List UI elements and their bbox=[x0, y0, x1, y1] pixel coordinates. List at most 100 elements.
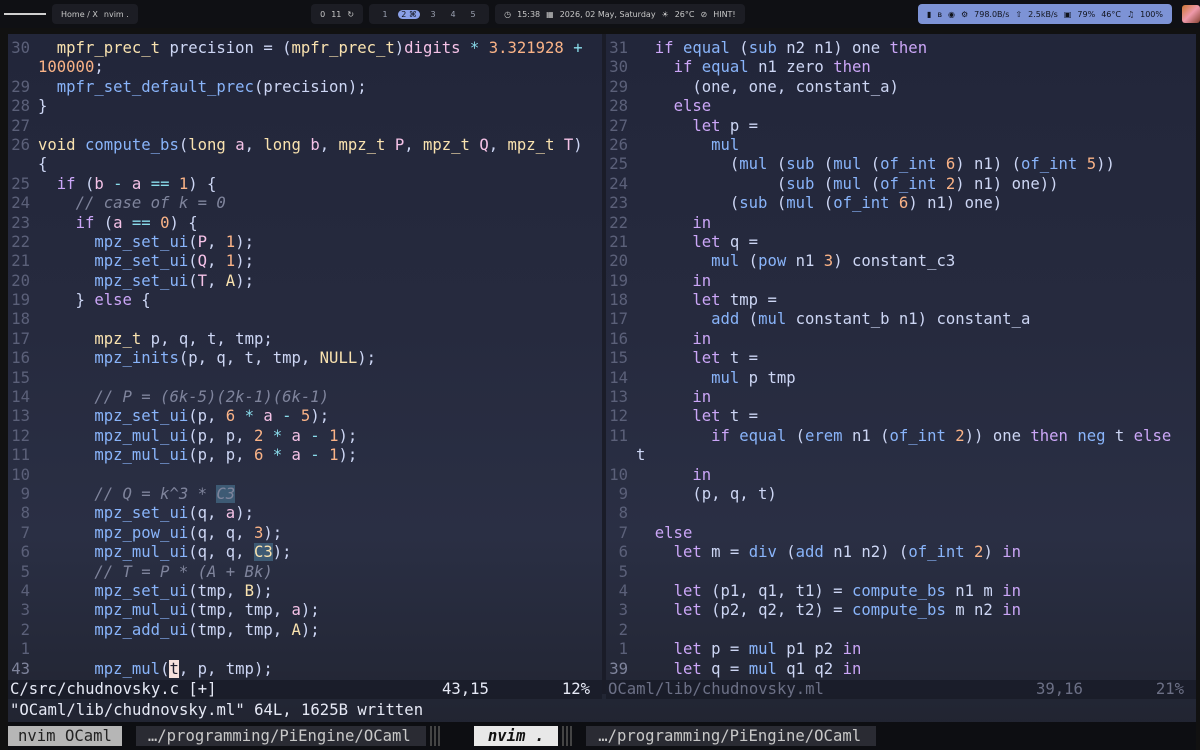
code-text[interactable] bbox=[636, 504, 1196, 523]
tmux-window-path-left[interactable]: …/programming/PiEngine/OCaml bbox=[135, 726, 426, 746]
code-text[interactable]: if equal (erem n1 (of_int 2)) one then n… bbox=[636, 427, 1196, 446]
bluetooth-icon[interactable]: ʙ bbox=[937, 10, 942, 19]
code-line[interactable]: 15 let t = bbox=[606, 349, 1196, 368]
code-line[interactable]: 21 let q = bbox=[606, 233, 1196, 252]
code-text[interactable]: in bbox=[636, 272, 1196, 291]
workspace-5[interactable]: 5 bbox=[466, 10, 480, 19]
code-text[interactable]: let t = bbox=[636, 349, 1196, 368]
code-line[interactable]: 20 mpz_set_ui(T, A); bbox=[8, 272, 602, 291]
code-line[interactable]: 17 add (mul constant_b n1) constant_a bbox=[606, 310, 1196, 329]
editor-pane-left[interactable]: 30 mpfr_prec_t precision = (mpfr_prec_t)… bbox=[8, 39, 602, 679]
code-line[interactable]: 100000; bbox=[8, 58, 602, 77]
code-text[interactable]: (sub (mul (of_int 6) n1) one) bbox=[636, 194, 1196, 213]
code-line[interactable]: 10 in bbox=[606, 466, 1196, 485]
code-line[interactable]: 16 mpz_inits(p, q, t, tmp, NULL); bbox=[8, 349, 602, 368]
code-line[interactable]: 22 mpz_set_ui(P, 1); bbox=[8, 233, 602, 252]
code-line[interactable]: 28 else bbox=[606, 97, 1196, 116]
code-text[interactable]: } else { bbox=[38, 291, 602, 310]
code-text[interactable]: let p = mul p1 p2 in bbox=[636, 640, 1196, 659]
code-line[interactable]: 23 if (a == 0) { bbox=[8, 214, 602, 233]
home-window-label[interactable]: Home / X bbox=[61, 10, 98, 19]
code-text[interactable]: mpz_set_ui(tmp, B); bbox=[38, 582, 602, 601]
code-line[interactable]: 8 bbox=[606, 504, 1196, 523]
code-line[interactable]: 16 in bbox=[606, 330, 1196, 349]
code-line[interactable]: 25 (mul (sub (mul (of_int 6) n1) (of_int… bbox=[606, 155, 1196, 174]
code-line[interactable]: 24 (sub (mul (of_int 2) n1) one)) bbox=[606, 175, 1196, 194]
code-text[interactable]: mpfr_set_default_prec(precision); bbox=[38, 78, 602, 97]
code-text[interactable]: if equal n1 zero then bbox=[636, 58, 1196, 77]
command-line[interactable]: "OCaml/lib/chudnovsky.ml" 64L, 1625B wri… bbox=[8, 700, 1196, 720]
code-line[interactable]: 4 mpz_set_ui(tmp, B); bbox=[8, 582, 602, 601]
code-text[interactable]: mpz_mul_ui(p, p, 2 * a - 1); bbox=[38, 427, 602, 446]
code-line[interactable]: 8 mpz_set_ui(q, a); bbox=[8, 504, 602, 523]
code-line[interactable]: 19 in bbox=[606, 272, 1196, 291]
code-text[interactable]: mpz_add_ui(tmp, tmp, A); bbox=[38, 621, 602, 640]
code-text[interactable]: mpz_mul_ui(p, p, 6 * a - 1); bbox=[38, 446, 602, 465]
code-line[interactable]: 2 mpz_add_ui(tmp, tmp, A); bbox=[8, 621, 602, 640]
avatar[interactable] bbox=[1182, 5, 1200, 23]
code-text[interactable]: void compute_bs(long a, long b, mpz_t P,… bbox=[38, 136, 602, 155]
code-text[interactable]: mpz_set_ui(P, 1); bbox=[38, 233, 602, 252]
code-line[interactable]: 29 (one, one, constant_a) bbox=[606, 78, 1196, 97]
code-text[interactable]: mpz_t p, q, t, tmp; bbox=[38, 330, 602, 349]
code-line[interactable]: 17 mpz_t p, q, t, tmp; bbox=[8, 330, 602, 349]
code-text[interactable]: 100000; bbox=[38, 58, 602, 77]
editor-pane-right[interactable]: 31 if equal (sub n2 n1) one then 30 if eq… bbox=[606, 39, 1196, 679]
tmux-active-window[interactable]: nvim . bbox=[473, 726, 559, 746]
code-line[interactable]: 9 (p, q, t) bbox=[606, 485, 1196, 504]
code-line[interactable]: 27 let p = bbox=[606, 117, 1196, 136]
discord-icon[interactable]: ◉ bbox=[948, 10, 955, 19]
code-line[interactable]: 14 mul p tmp bbox=[606, 369, 1196, 388]
code-text[interactable]: let (p1, q1, t1) = compute_bs n1 m in bbox=[636, 582, 1196, 601]
code-line[interactable]: 31 if equal (sub n2 n1) one then bbox=[606, 39, 1196, 58]
code-text[interactable]: else bbox=[636, 524, 1196, 543]
code-line[interactable]: 22 in bbox=[606, 214, 1196, 233]
code-text[interactable] bbox=[38, 117, 602, 136]
code-text[interactable]: else bbox=[636, 97, 1196, 116]
code-line[interactable]: 11 if equal (erem n1 (of_int 2)) one the… bbox=[606, 427, 1196, 446]
code-text[interactable]: in bbox=[636, 214, 1196, 233]
code-text[interactable] bbox=[636, 621, 1196, 640]
code-line[interactable]: 13 mpz_set_ui(p, 6 * a - 5); bbox=[8, 407, 602, 426]
code-text[interactable]: let t = bbox=[636, 407, 1196, 426]
code-text[interactable]: if (b - a == 1) { bbox=[38, 175, 602, 194]
code-line-current[interactable]: 39 let q = mul q1 q2 in bbox=[606, 660, 1196, 679]
code-text[interactable]: in bbox=[636, 330, 1196, 349]
nvim-window-label[interactable]: nvim . bbox=[104, 10, 129, 19]
code-text[interactable]: mpz_mul_ui(tmp, tmp, a); bbox=[38, 601, 602, 620]
code-line[interactable]: { bbox=[8, 155, 602, 174]
code-text[interactable]: let (p2, q2, t2) = compute_bs m n2 in bbox=[636, 601, 1196, 620]
code-line[interactable]: 3 let (p2, q2, t2) = compute_bs m n2 in bbox=[606, 601, 1196, 620]
code-line[interactable]: 19 } else { bbox=[8, 291, 602, 310]
code-line[interactable]: 30 if equal n1 zero then bbox=[606, 58, 1196, 77]
code-text[interactable]: // T = P * (A + Bk) bbox=[38, 563, 602, 582]
code-line[interactable]: 12 mpz_mul_ui(p, p, 2 * a - 1); bbox=[8, 427, 602, 446]
code-text[interactable]: if (a == 0) { bbox=[38, 214, 602, 233]
workspace-3[interactable]: 3 bbox=[426, 10, 440, 19]
code-line[interactable]: 9 // Q = k^3 * C3 bbox=[8, 484, 602, 504]
code-line[interactable]: 11 mpz_mul_ui(p, p, 6 * a - 1); bbox=[8, 446, 602, 465]
code-text[interactable]: if equal (sub n2 n1) one then bbox=[636, 39, 1196, 58]
code-line-current[interactable]: 43 mpz_mul(t, p, tmp); bbox=[8, 659, 602, 679]
code-line[interactable]: 15 bbox=[8, 369, 602, 388]
code-text[interactable]: let p = bbox=[636, 117, 1196, 136]
volume-level[interactable]: 100% bbox=[1140, 10, 1163, 19]
code-line[interactable]: 7 mpz_pow_ui(q, q, 3); bbox=[8, 524, 602, 543]
code-text[interactable]: } bbox=[38, 97, 602, 116]
code-line[interactable]: 28} bbox=[8, 97, 602, 116]
code-text[interactable]: mpz_mul_ui(q, q, C3); bbox=[38, 543, 602, 562]
tmux-window-path-right[interactable]: …/programming/PiEngine/OCaml bbox=[586, 726, 877, 746]
code-text[interactable] bbox=[38, 310, 602, 329]
code-text[interactable]: let q = bbox=[636, 233, 1196, 252]
code-line[interactable]: 18 bbox=[8, 310, 602, 329]
code-line[interactable]: 3 mpz_mul_ui(tmp, tmp, a); bbox=[8, 601, 602, 620]
gear-icon[interactable]: ⚙ bbox=[961, 10, 968, 19]
code-line[interactable]: 6 let m = div (add n1 n2) (of_int 2) in bbox=[606, 543, 1196, 562]
code-line[interactable]: t bbox=[606, 446, 1196, 465]
code-text[interactable] bbox=[38, 369, 602, 388]
code-line[interactable]: 26 void compute_bs(long a, long b, mpz_t … bbox=[8, 136, 602, 155]
code-line[interactable]: 2 bbox=[606, 621, 1196, 640]
code-text[interactable]: // Q = k^3 * C3 bbox=[38, 484, 602, 504]
code-text[interactable]: mpz_inits(p, q, t, tmp, NULL); bbox=[38, 349, 602, 368]
code-line[interactable]: 26 mul bbox=[606, 136, 1196, 155]
